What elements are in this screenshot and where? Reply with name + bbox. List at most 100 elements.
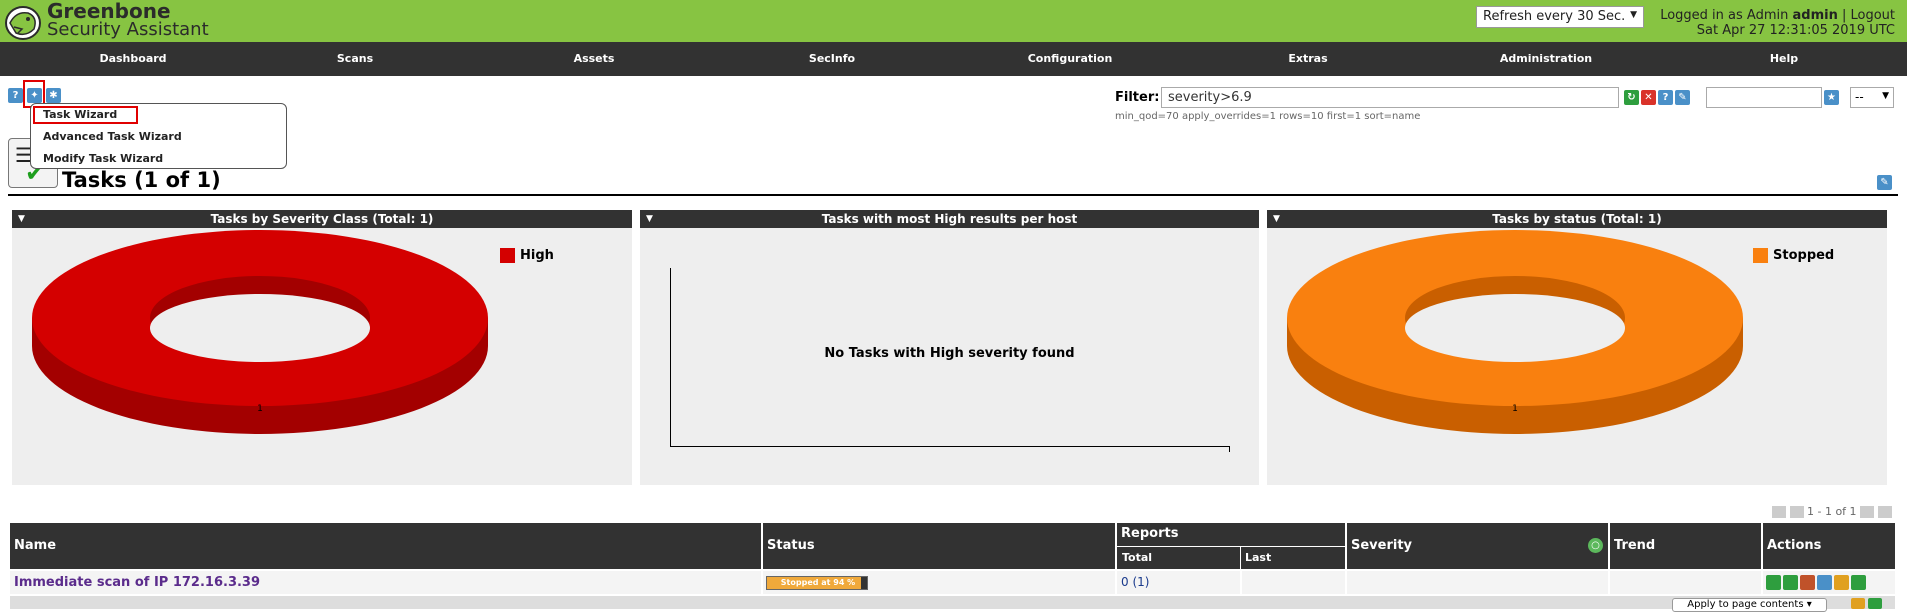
nav-dashboard[interactable]: Dashboard — [14, 42, 252, 76]
bulk-download-icon[interactable] — [1868, 598, 1882, 609]
task-status-text: Stopped at 94 % — [780, 578, 856, 587]
clone-icon[interactable] — [1834, 575, 1849, 590]
greenbone-logo-icon — [5, 6, 41, 40]
row-divider — [1608, 571, 1610, 594]
menu-item-task-wizard[interactable]: Task Wizard — [43, 108, 117, 121]
th-status[interactable]: Status — [763, 523, 1115, 569]
save-filter-icon[interactable]: ★ — [1824, 90, 1839, 105]
nav-administration[interactable]: Administration — [1427, 42, 1665, 76]
wizard-icon[interactable]: ✦ — [27, 88, 42, 103]
th-name[interactable]: Name — [10, 523, 761, 569]
trashcan-icon[interactable] — [1800, 575, 1815, 590]
refresh-filter-icon[interactable]: ↻ — [1624, 90, 1639, 105]
resume-icon[interactable] — [1783, 575, 1798, 590]
legend-stopped: Stopped — [1773, 248, 1835, 263]
collapse-icon[interactable]: ▼ — [18, 210, 25, 228]
bulk-export-icon[interactable] — [1851, 598, 1865, 609]
overrides-icon[interactable]: ○ — [1588, 538, 1603, 553]
brand-subtitle: Security Assistant — [47, 19, 209, 40]
th-status-label: Status — [767, 538, 815, 553]
nav-configuration[interactable]: Configuration — [951, 42, 1189, 76]
nav-help[interactable]: Help — [1665, 42, 1903, 76]
row-divider — [761, 571, 763, 594]
th-name-label: Name — [14, 538, 57, 553]
th-severity[interactable]: Severity ○ — [1347, 523, 1608, 569]
th-reports-col-divider — [1240, 546, 1241, 569]
panel-severity-title: Tasks by Severity Class (Total: 1) — [210, 212, 434, 226]
th-actions-label: Actions — [1767, 538, 1822, 553]
th-total-label[interactable]: Total — [1122, 551, 1152, 564]
collapse-icon[interactable]: ▼ — [1273, 210, 1280, 228]
saved-filter-value: -- — [1855, 90, 1864, 104]
edit-filter-icon[interactable]: ✎ — [1675, 90, 1690, 105]
th-trend-label: Trend — [1614, 538, 1656, 553]
task-name-link[interactable]: Immediate scan of IP 172.16.3.39 — [14, 575, 260, 590]
th-severity-label: Severity — [1351, 538, 1413, 553]
filter-params: min_qod=70 apply_overrides=1 rows=10 fir… — [1115, 111, 1421, 122]
legend-swatch-stopped — [1753, 248, 1768, 263]
panel-status: ▼ Tasks by status (Total: 1) 1 Stopped — [1267, 210, 1887, 485]
legend-high: High — [520, 248, 554, 263]
severity-donut-hole — [150, 294, 370, 362]
menu-item-advanced-task-wizard[interactable]: Advanced Task Wizard — [43, 130, 182, 143]
top-header: Greenbone Security Assistant Refresh eve… — [0, 0, 1907, 42]
last-page-icon[interactable] — [1877, 506, 1892, 518]
logged-in-label: Logged in as Admin — [1660, 8, 1789, 23]
filter-input[interactable]: severity>6.9 — [1161, 87, 1619, 108]
nav-secinfo[interactable]: SecInfo — [713, 42, 951, 76]
legend-swatch-high — [500, 248, 515, 263]
th-reports-divider — [1117, 546, 1345, 547]
export-icon[interactable] — [1851, 575, 1866, 590]
pager-text: 1 - 1 of 1 — [1807, 505, 1857, 518]
reports-count-link[interactable]: (1) — [1132, 575, 1149, 589]
help-icon[interactable]: ? — [8, 88, 23, 103]
table-row — [10, 571, 1895, 594]
th-last-label[interactable]: Last — [1245, 551, 1271, 564]
filter-name-input[interactable] — [1706, 87, 1822, 108]
x-axis-tick — [1229, 446, 1230, 452]
wizard-menu: Task Wizard Advanced Task Wizard Modify … — [30, 103, 287, 169]
start-icon[interactable] — [1766, 575, 1781, 590]
refresh-select-value: Refresh every 30 Sec. — [1483, 9, 1626, 24]
filter-label: Filter: — [1115, 90, 1160, 105]
dashboard-edit-icon[interactable]: ✎ — [1877, 175, 1892, 190]
row-divider — [1345, 571, 1347, 594]
filter-help-icon[interactable]: ? — [1658, 90, 1673, 105]
nav-scans[interactable]: Scans — [236, 42, 474, 76]
panel-status-header: ▼ Tasks by status (Total: 1) — [1267, 210, 1887, 228]
logout-link[interactable]: Logout — [1850, 8, 1895, 23]
next-page-icon[interactable] — [1860, 506, 1875, 518]
nav-assets[interactable]: Assets — [475, 42, 713, 76]
th-actions: Actions — [1763, 523, 1895, 569]
prev-page-icon[interactable] — [1789, 506, 1804, 518]
datetime: Sat Apr 27 12:31:05 2019 UTC — [1696, 23, 1895, 38]
chevron-down-icon: ▼ — [1882, 91, 1889, 101]
panel-status-title: Tasks by status (Total: 1) — [1492, 212, 1662, 226]
task-status-bar: Stopped at 94 % — [766, 576, 868, 590]
collapse-icon[interactable]: ▼ — [646, 210, 653, 228]
th-reports-label: Reports — [1121, 526, 1179, 541]
row-divider — [1115, 571, 1117, 594]
no-data-message: No Tasks with High severity found — [824, 346, 1075, 361]
user-info: Logged in as Admin admin | Logout Sat Ap… — [1660, 8, 1895, 38]
main-nav: Dashboard Scans Assets SecInfo Configura… — [0, 42, 1907, 76]
refresh-select[interactable]: Refresh every 30 Sec. ▼ — [1476, 6, 1644, 28]
reports-total: 0 (1) — [1121, 575, 1149, 589]
menu-item-modify-task-wizard[interactable]: Modify Task Wizard — [43, 152, 163, 165]
nav-extras[interactable]: Extras — [1189, 42, 1427, 76]
edit-icon[interactable] — [1817, 575, 1832, 590]
first-page-icon[interactable] — [1772, 506, 1786, 518]
row-divider — [1240, 571, 1242, 594]
status-slice-label: 1 — [1512, 404, 1518, 414]
reports-total-link[interactable]: 0 — [1121, 575, 1129, 589]
apply-to-select[interactable]: Apply to page contents ▾ — [1672, 598, 1827, 612]
severity-donut-chart: 1 — [32, 230, 488, 434]
status-donut-chart: 1 — [1287, 230, 1743, 434]
title-divider — [8, 194, 1898, 196]
panel-severity-header: ▼ Tasks by Severity Class (Total: 1) — [12, 210, 632, 228]
reset-filter-icon[interactable]: ✕ — [1641, 90, 1656, 105]
status-donut-hole — [1405, 294, 1625, 362]
new-task-icon[interactable]: ✱ — [46, 88, 61, 103]
saved-filter-select[interactable]: -- ▼ — [1850, 87, 1894, 108]
apply-to-select-value: Apply to page contents — [1687, 599, 1804, 610]
